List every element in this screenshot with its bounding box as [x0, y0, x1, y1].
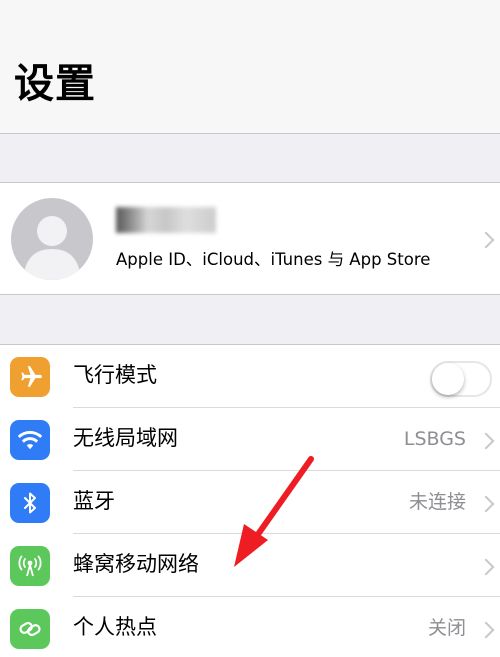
bluetooth-icon [10, 483, 50, 523]
page-title: 设置 [14, 61, 96, 107]
settings-row-label: 个人热点 [73, 615, 157, 639]
settings-row-bluetooth[interactable]: 蓝牙 未连接 [0, 471, 500, 534]
settings-row-label: 飞行模式 [73, 363, 157, 387]
settings-row-label: 无线局域网 [73, 426, 178, 450]
settings-row-label: 蓝牙 [73, 489, 115, 513]
settings-row-personal-hotspot[interactable]: 个人热点 关闭 [0, 597, 500, 657]
settings-row-wifi[interactable]: 无线局域网 LSBGS [0, 408, 500, 471]
cellular-antenna-icon [10, 546, 50, 586]
bluetooth-status: 未连接 [408, 491, 466, 513]
chevron-right-icon [477, 231, 495, 249]
wifi-icon [10, 420, 50, 460]
chevron-right-icon [477, 495, 495, 513]
apple-id-row[interactable] [0, 182, 500, 295]
toggle-knob [432, 363, 464, 395]
settings-row-cellular[interactable]: 蜂窝移动网络 [0, 534, 500, 597]
wifi-network-name: LSBGS [403, 428, 466, 450]
profile-name-redacted [116, 207, 216, 233]
avatar [11, 198, 93, 280]
hotspot-status: 关闭 [427, 617, 466, 639]
settings-row-label: 蜂窝移动网络 [73, 552, 199, 576]
airplane-icon [10, 357, 50, 397]
airplane-mode-toggle[interactable] [430, 361, 492, 397]
person-silhouette-icon [23, 216, 81, 280]
hotspot-link-icon [10, 609, 50, 649]
settings-screen: 设置 Apple ID、iCloud、iTunes 与 App Store 飞行… [0, 0, 500, 657]
chevron-right-icon [477, 621, 495, 639]
chevron-right-icon [477, 558, 495, 576]
navigation-bar: 设置 [0, 0, 500, 134]
connectivity-settings-group: 飞行模式 无线局域网 LSBGS 蓝牙 未连接 蜂窝移动网络 个人热点 关闭 [0, 344, 500, 657]
settings-row-airplane-mode[interactable]: 飞行模式 [0, 345, 500, 408]
profile-subtitle: Apple ID、iCloud、iTunes 与 App Store [116, 250, 431, 269]
chevron-right-icon [477, 432, 495, 450]
